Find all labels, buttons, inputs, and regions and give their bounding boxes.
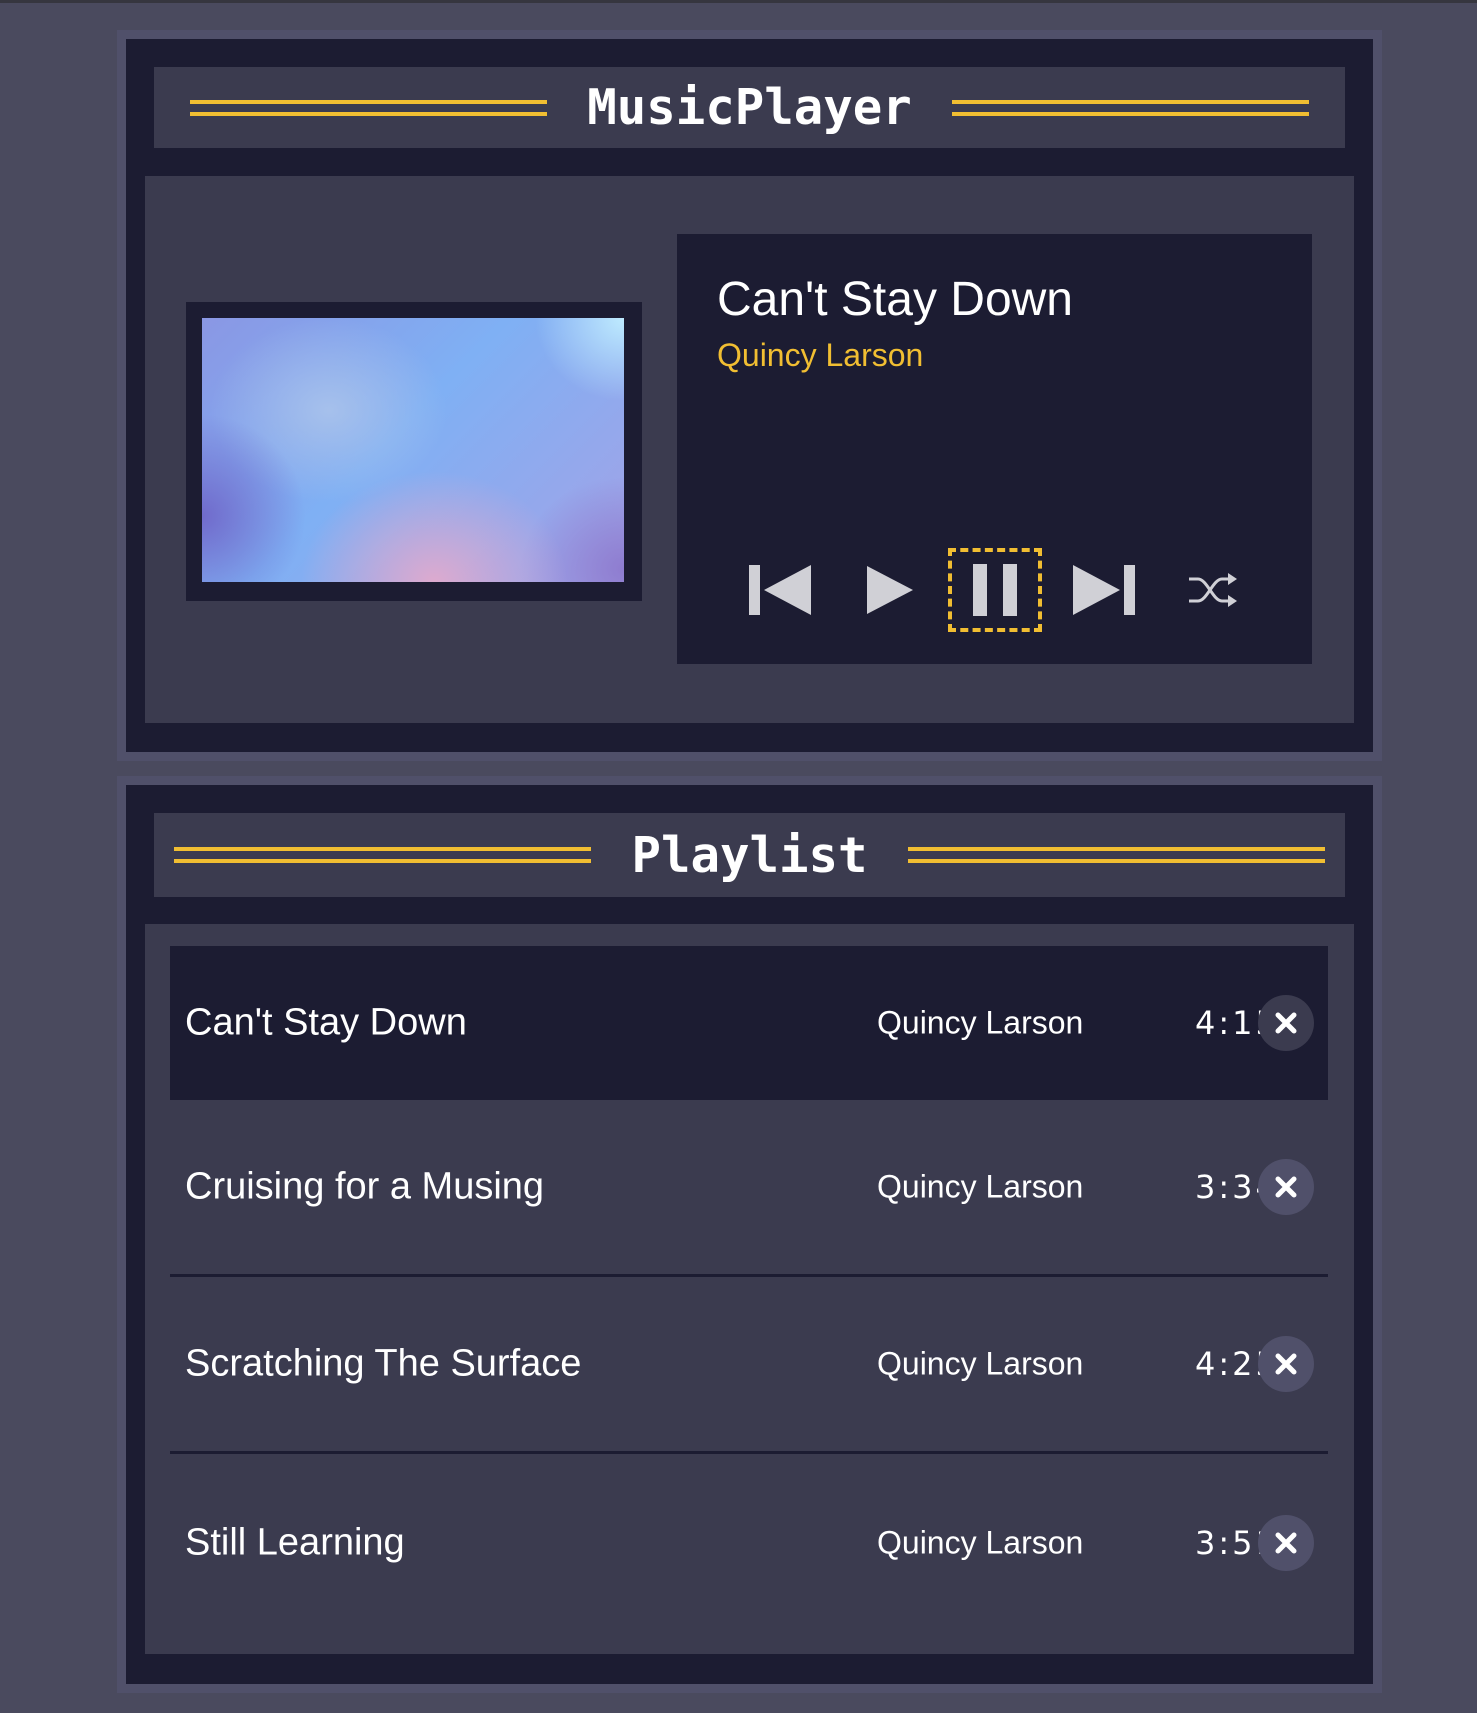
- player-title: MusicPlayer: [587, 79, 912, 136]
- close-icon: [1275, 1012, 1297, 1034]
- playlist-song-artist: Quincy Larson: [877, 1004, 1084, 1041]
- previous-button[interactable]: [739, 548, 815, 632]
- close-icon: [1275, 1353, 1297, 1375]
- shuffle-button[interactable]: [1185, 548, 1239, 632]
- album-art: [202, 318, 624, 582]
- delete-song-button[interactable]: [1258, 995, 1314, 1051]
- shuffle-icon: [1189, 573, 1237, 607]
- album-art-frame: [186, 302, 642, 601]
- delete-song-button[interactable]: [1258, 1336, 1314, 1392]
- playlist-song-title: Can't Stay Down: [185, 1001, 467, 1044]
- pause-button[interactable]: [948, 548, 1042, 632]
- playlist-item[interactable]: Still Learning Quincy Larson 3:51: [170, 1454, 1328, 1631]
- playlist-song-artist: Quincy Larson: [877, 1524, 1084, 1560]
- playlist-song-title: Scratching The Surface: [185, 1342, 582, 1385]
- pause-focus-outline: [948, 548, 1042, 632]
- playlist-header: Playlist: [154, 813, 1345, 897]
- window-top-border: [0, 0, 1477, 3]
- playlist-item[interactable]: Scratching The Surface Quincy Larson 4:2…: [170, 1277, 1328, 1454]
- playlist-item[interactable]: Cruising for a Musing Quincy Larson 3:34: [170, 1100, 1328, 1277]
- playback-controls: [677, 548, 1312, 632]
- playlist-content: Can't Stay Down Quincy Larson 4:15 Cruis…: [145, 924, 1354, 1654]
- header-decor-left: [190, 99, 548, 116]
- skip-previous-icon: [749, 565, 811, 615]
- header-decor-right: [951, 99, 1309, 116]
- play-icon: [867, 566, 913, 614]
- delete-song-button[interactable]: [1258, 1514, 1314, 1571]
- playlist-title: Playlist: [631, 826, 868, 884]
- playlist-item[interactable]: Can't Stay Down Quincy Larson 4:15: [170, 946, 1328, 1100]
- playlist-song-title: Cruising for a Musing: [185, 1165, 545, 1208]
- playlist-songs: Can't Stay Down Quincy Larson 4:15 Cruis…: [170, 946, 1328, 1631]
- player-content: Can't Stay Down Quincy Larson: [145, 176, 1354, 723]
- player-header: MusicPlayer: [154, 67, 1345, 148]
- header-decor-right: [907, 847, 1325, 863]
- playlist-song-artist: Quincy Larson: [877, 1168, 1084, 1205]
- current-song-artist: Quincy Larson: [717, 337, 924, 373]
- song-info-box: Can't Stay Down Quincy Larson: [677, 234, 1312, 664]
- close-icon: [1275, 1176, 1297, 1198]
- current-song-title: Can't Stay Down: [717, 273, 1073, 326]
- playlist-song-artist: Quincy Larson: [877, 1345, 1084, 1382]
- playlist-song-title: Still Learning: [185, 1521, 405, 1563]
- play-button[interactable]: [861, 548, 917, 632]
- close-icon: [1275, 1532, 1297, 1553]
- next-button[interactable]: [1071, 548, 1145, 632]
- delete-song-button[interactable]: [1258, 1159, 1314, 1215]
- player-panel: MusicPlayer Can't Stay Down Quincy Larso…: [117, 30, 1382, 761]
- skip-next-icon: [1073, 565, 1135, 615]
- playlist-panel: Playlist Can't Stay Down Quincy Larson 4…: [117, 776, 1382, 1693]
- header-decor-left: [174, 847, 592, 863]
